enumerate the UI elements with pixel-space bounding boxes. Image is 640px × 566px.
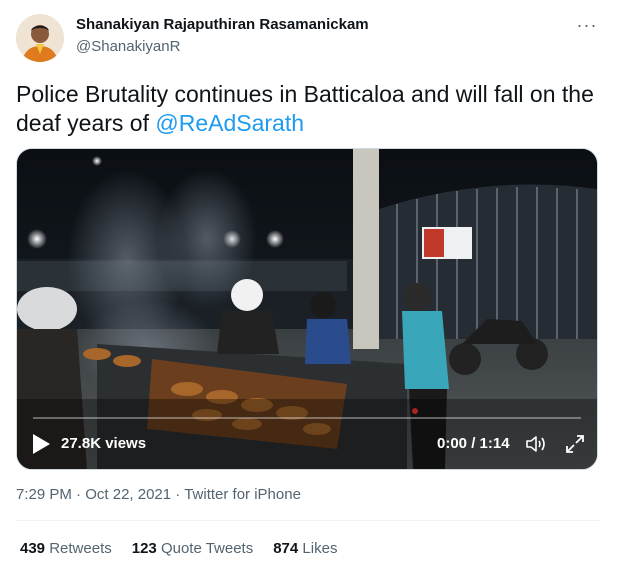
quotes-count: 123	[131, 540, 157, 557]
avatar[interactable]	[16, 14, 64, 62]
video-player[interactable]: 27.8K views 0:00 / 1:14	[16, 148, 598, 470]
quote-tweets-stat[interactable]: 123 Quote Tweets	[132, 540, 253, 557]
tweet-source[interactable]: Twitter for iPhone	[184, 486, 301, 503]
volume-icon[interactable]	[525, 434, 547, 454]
author-handle[interactable]: @ShanakiyanR	[76, 38, 180, 55]
tweet-text: Police Brutality continues in Batticaloa…	[16, 80, 616, 138]
tweet-time[interactable]: 7:29 PM	[16, 486, 72, 503]
retweets-stat[interactable]: 439 Retweets	[20, 540, 112, 557]
video-time: 0:00 / 1:14	[437, 435, 510, 452]
author-name[interactable]: Shanakiyan Rajaputhiran Rasamanickam	[76, 16, 369, 33]
likes-count: 874	[273, 540, 299, 557]
video-frame	[17, 149, 597, 469]
meta-separator-2: ·	[171, 486, 185, 503]
meta-separator: ·	[71, 486, 86, 503]
mention-link[interactable]: @ReAdSarath	[155, 110, 304, 136]
tweet: Shanakiyan Rajaputhiran Rasamanickam @Sh…	[0, 0, 640, 566]
quotes-label: Quote Tweets	[160, 540, 254, 557]
fullscreen-icon[interactable]	[565, 434, 585, 454]
play-icon[interactable]	[31, 433, 51, 455]
more-options-icon[interactable]: ···	[572, 12, 602, 38]
retweets-count: 439	[20, 540, 46, 557]
likes-label: Likes	[302, 540, 338, 557]
tweet-body: Police Brutality continues in Batticaloa…	[16, 81, 594, 136]
view-count: 27.8K views	[61, 435, 147, 452]
engagement-stats: 439 Retweets 123 Quote Tweets 874 Likes	[20, 540, 337, 557]
tweet-meta: 7:29 PM · Oct 22, 2021 · Twitter for iPh…	[16, 486, 301, 503]
avatar-image	[16, 14, 64, 62]
video-progress-bar[interactable]	[33, 417, 581, 419]
tweet-date[interactable]: Oct 22, 2021	[85, 486, 171, 503]
divider	[16, 520, 600, 521]
likes-stat[interactable]: 874 Likes	[273, 540, 337, 557]
retweets-label: Retweets	[49, 540, 112, 557]
